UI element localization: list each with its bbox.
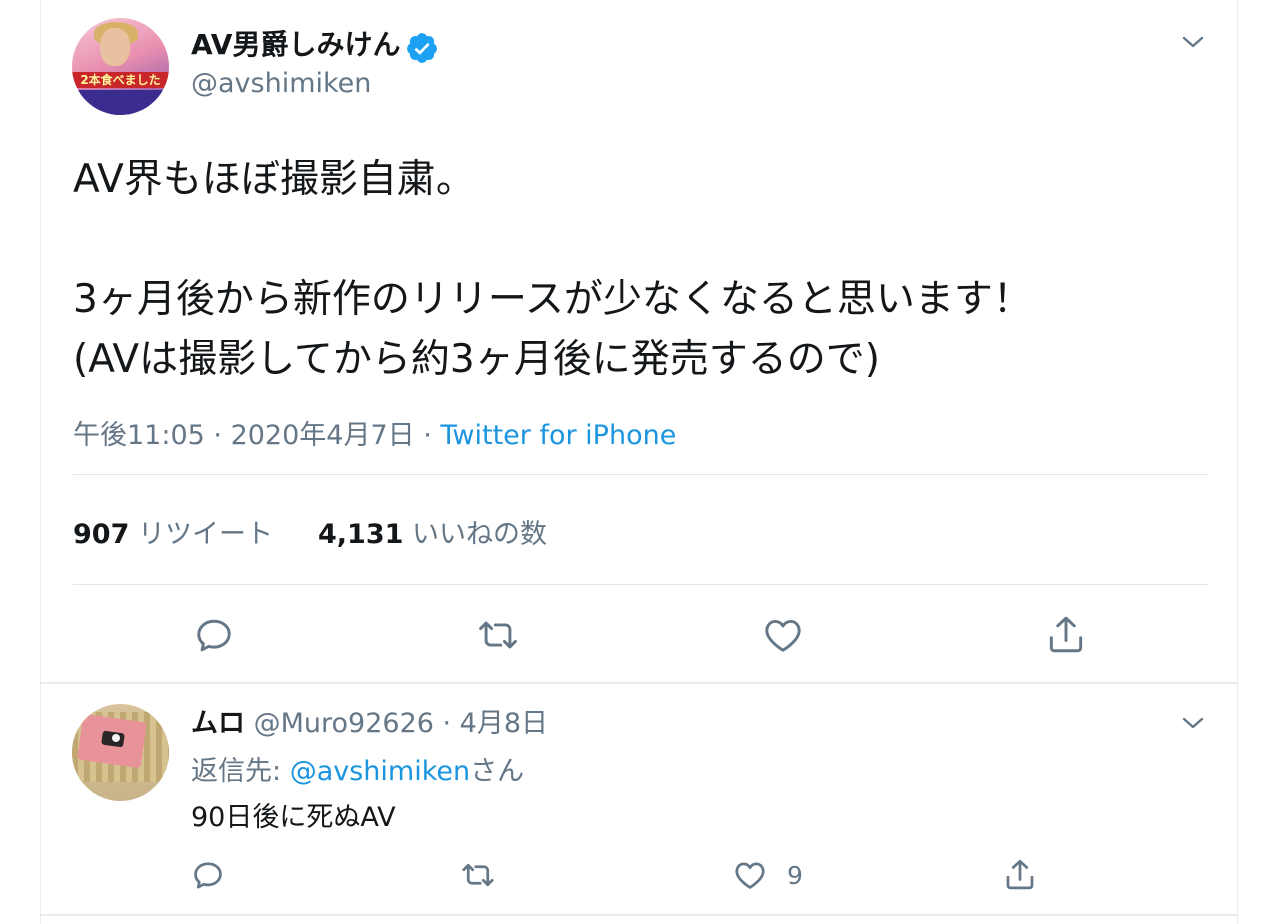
retweet-icon[interactable] [476,613,520,657]
reply-date[interactable]: 4月8日 [460,708,548,739]
tweet-text: AV界もほぼ撮影自粛。 3ヶ月後から新作のリリースが少なくなると思います！ (A… [73,150,1203,390]
reply-text: 90日後に死ぬAV [191,802,396,833]
like-stat[interactable]: 4,131 いいねの数 [318,517,547,553]
like-label: いいねの数 [412,519,547,550]
verified-badge-icon [405,31,439,65]
heart-icon[interactable] [761,613,805,657]
tweet-separator [40,914,1238,916]
reply-author-handle[interactable]: @Muro92626 [254,708,434,739]
avatar-face [100,28,130,66]
share-icon[interactable] [1044,613,1088,657]
share-icon[interactable] [1002,857,1038,893]
tweet-time[interactable]: 午後11:05 [73,420,205,451]
avatar-caption: 2本食べました [72,72,169,88]
chevron-down-icon[interactable] [1178,711,1208,735]
retweet-label: リツイート [137,519,273,550]
author-avatar[interactable]: 2本食べました [72,18,169,115]
retweet-stat[interactable]: 907 リツイート [73,517,273,553]
reply-bubble-icon[interactable] [192,613,236,657]
divider [73,474,1208,475]
reply-bubble-icon[interactable] [190,857,226,893]
divider [73,584,1208,585]
retweet-count: 907 [73,519,130,550]
reply-header: ムロ @Muro92626 · 4月8日 [191,706,548,742]
reply-to-suffix: さん [470,756,525,787]
like-count: 4,131 [318,519,404,550]
reply-author-name[interactable]: ムロ [191,708,245,739]
replying-to: 返信先: @avshimikenさん [191,754,524,790]
meta-separator: · [433,708,460,739]
avatar-object-dot [112,734,120,742]
meta-separator: · [414,420,441,451]
author-display-name[interactable]: AV男爵しみけん [191,27,400,63]
tweet-date[interactable]: 2020年4月7日 [231,420,415,451]
chevron-down-icon[interactable] [1178,30,1208,54]
reply-author-avatar[interactable] [72,704,169,801]
tweet-page: 2本食べました AV男爵しみけん @avshimiken AV界もほぼ撮影自粛。… [0,0,1271,924]
reply-to-prefix: 返信先: [191,756,290,787]
tweet-source-link[interactable]: Twitter for iPhone [440,420,676,451]
heart-icon[interactable] [732,857,768,893]
tweet-text-line: (AVは撮影してから約3ヶ月後に発売するので) [73,337,880,382]
author-handle[interactable]: @avshimiken [191,67,371,101]
tweet-text-line: 3ヶ月後から新作のリリースが少なくなると思います！ [73,277,1032,322]
avatar-caption-strip [72,90,169,115]
reply-to-mention[interactable]: @avshimiken [290,756,470,787]
tweet-text-line [73,210,1203,270]
tweet-meta: 午後11:05 · 2020年4月7日 · Twitter for iPhone [73,418,676,454]
reply-like-count: 9 [787,861,803,890]
retweet-icon[interactable] [460,857,496,893]
tweet-separator [40,682,1238,684]
tweet-text-line: AV界もほぼ撮影自粛。 [73,157,475,202]
meta-separator: · [204,420,231,451]
